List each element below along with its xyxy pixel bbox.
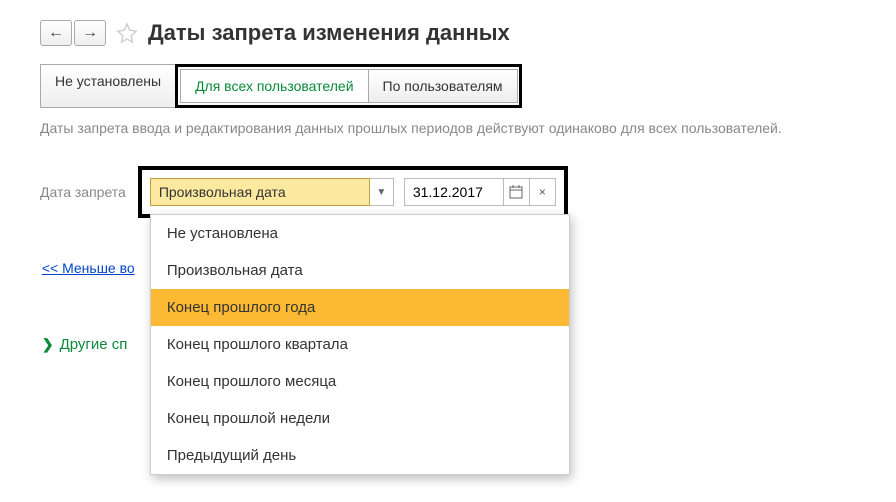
dropdown-option-previous-day[interactable]: Предыдущий день — [151, 437, 569, 474]
description-text: Даты запрета ввода и редактирования данн… — [40, 120, 856, 136]
tab-for-all-users[interactable]: Для всех пользователей — [180, 69, 368, 103]
calendar-icon[interactable] — [504, 178, 530, 206]
date-type-dropdown[interactable]: ▼ Не установлена Произвольная дата Конец… — [150, 178, 394, 206]
page-title: Даты запрета изменения данных — [148, 20, 510, 46]
other-methods-label: Другие сп — [60, 336, 128, 353]
dropdown-option-not-set[interactable]: Не установлена — [151, 215, 569, 252]
dropdown-caret-icon[interactable]: ▼ — [370, 178, 394, 206]
tab-not-set[interactable]: Не установлены — [40, 64, 176, 108]
dropdown-option-arbitrary[interactable]: Произвольная дата — [151, 252, 569, 289]
favorite-star-icon[interactable] — [114, 20, 140, 46]
date-type-input[interactable] — [150, 178, 370, 206]
dropdown-list: Не установлена Произвольная дата Конец п… — [150, 214, 570, 475]
chevron-right-icon: ❯ — [42, 336, 54, 353]
clear-date-button[interactable]: × — [530, 178, 556, 206]
arrow-left-icon: ← — [48, 25, 64, 41]
arrow-right-icon: → — [82, 25, 98, 41]
date-value-input[interactable] — [404, 178, 504, 206]
less-options-link[interactable]: << Меньше во — [42, 260, 135, 276]
nav-back-button[interactable]: ← — [40, 20, 72, 46]
tab-by-users[interactable]: По пользователям — [368, 69, 518, 103]
nav-forward-button[interactable]: → — [74, 20, 106, 46]
dropdown-option-end-week[interactable]: Конец прошлой недели — [151, 400, 569, 437]
date-prohibition-label: Дата запрета — [40, 184, 126, 200]
other-methods-toggle[interactable]: ❯ Другие сп — [42, 336, 135, 353]
dropdown-highlight-box: ▼ Не установлена Произвольная дата Конец… — [138, 166, 568, 218]
tabs-highlight-box: Для всех пользователей По пользователям — [175, 64, 521, 108]
dropdown-option-end-year[interactable]: Конец прошлого года — [151, 289, 569, 326]
dropdown-option-end-quarter[interactable]: Конец прошлого квартала — [151, 326, 569, 363]
dropdown-option-end-month[interactable]: Конец прошлого месяца — [151, 363, 569, 400]
